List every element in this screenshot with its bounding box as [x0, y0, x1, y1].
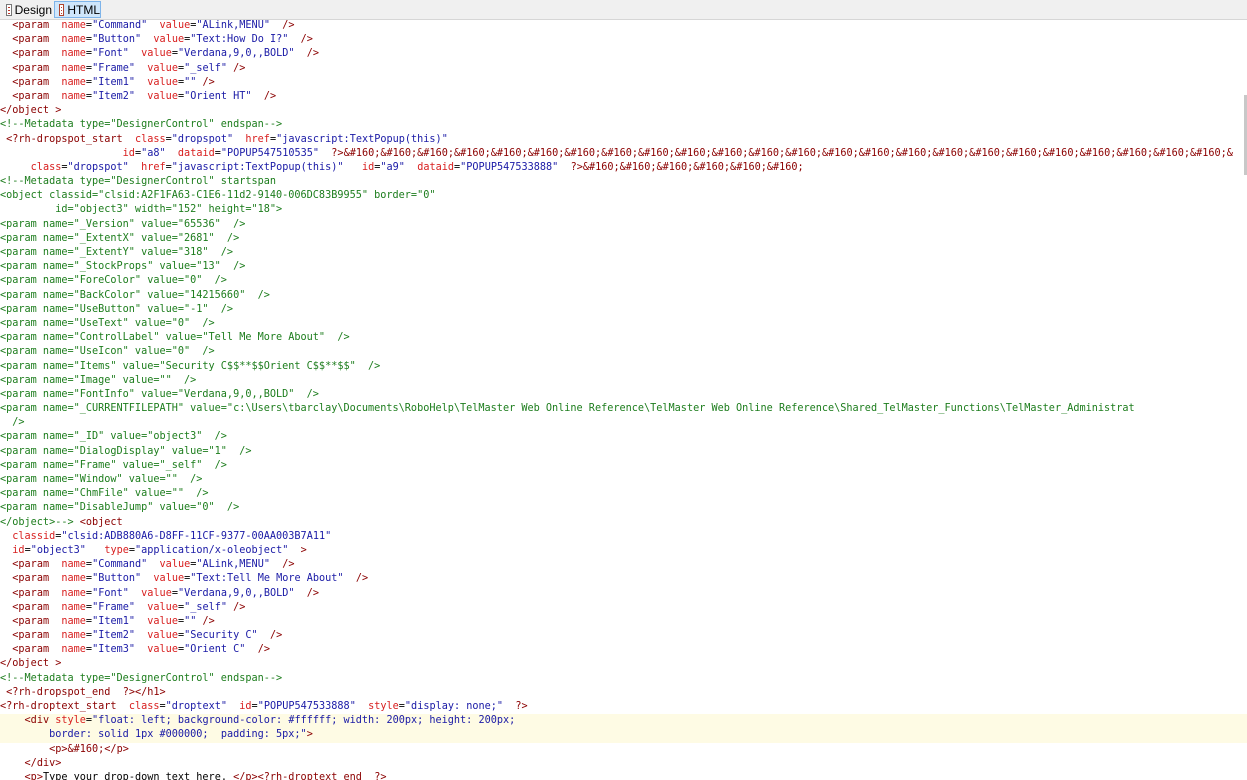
code-line[interactable]: <param name="ChmFile" value="" /> [0, 487, 1247, 501]
code-line[interactable]: <?rh-droptext_start class="droptext" id=… [0, 700, 1247, 714]
code-line[interactable]: <param name="Item1" value="" /> [0, 76, 1247, 90]
code-line[interactable]: <param name="Button" value="Text:Tell Me… [0, 572, 1247, 586]
code-line[interactable]: <param name="Item3" value="Orient C" /> [0, 643, 1247, 657]
code-line[interactable]: <param name="Font" value="Verdana,9,0,,B… [0, 47, 1247, 61]
code-line[interactable]: <param name="Button" value="Text:How Do … [0, 33, 1247, 47]
code-line[interactable]: <?rh-dropspot_start class="dropspot" hre… [0, 133, 1247, 147]
code-line[interactable]: <param name="_ExtentX" value="2681" /> [0, 232, 1247, 246]
code-line[interactable]: <p>Type your drop-down text here. </p><?… [0, 771, 1247, 780]
code-line[interactable]: id="object3" type="application/x-oleobje… [0, 544, 1247, 558]
code-line[interactable]: <param name="Frame" value="_self" /> [0, 601, 1247, 615]
code-line[interactable]: id="a8" dataid="POPUP547510535" ?>&#160;… [0, 147, 1247, 161]
code-line[interactable]: <param name="Items" value="Security C$$*… [0, 360, 1247, 374]
code-line[interactable]: <param name="BackColor" value="14215660"… [0, 289, 1247, 303]
code-line[interactable]: <!--Metadata type="DesignerControl" ends… [0, 672, 1247, 686]
code-line[interactable]: </object>--> <object [0, 516, 1247, 530]
code-line[interactable]: </object > [0, 657, 1247, 671]
code-line[interactable]: <param name="Font" value="Verdana,9,0,,B… [0, 587, 1247, 601]
code-line[interactable]: <param name="Window" value="" /> [0, 473, 1247, 487]
code-line[interactable]: <param name="Image" value="" /> [0, 374, 1247, 388]
code-line[interactable]: classid="clsid:ADB880A6-D8FF-11CF-9377-0… [0, 530, 1247, 544]
code-line[interactable]: <param name="Item2" value="Orient HT" /> [0, 90, 1247, 104]
code-line[interactable]: class="dropspot" href="javascript:TextPo… [0, 161, 1247, 175]
tab-design[interactable]: Design [2, 1, 52, 18]
code-line[interactable]: <div style="float: left; background-colo… [0, 714, 1247, 729]
code-line[interactable]: border: solid 1px #000000; padding: 5px;… [0, 728, 1247, 743]
html-view-icon [59, 3, 65, 16]
code-line[interactable]: <param name="Frame" value="_self" /> [0, 459, 1247, 473]
code-line[interactable]: <param name="DialogDisplay" value="1" /> [0, 445, 1247, 459]
code-line[interactable]: <param name="ControlLabel" value="Tell M… [0, 331, 1247, 345]
view-tab-bar: Design HTML [0, 0, 1247, 20]
code-line[interactable]: <!--Metadata type="DesignerControl" star… [0, 175, 1247, 189]
code-line[interactable]: /> [0, 416, 1247, 430]
code-line[interactable]: <param name="DisableJump" value="0" /> [0, 501, 1247, 515]
code-line[interactable]: <param name="_Version" value="65536" /> [0, 218, 1247, 232]
code-line[interactable]: <param name="_StockProps" value="13" /> [0, 260, 1247, 274]
code-content: <param name="Command" value="ALink,MENU"… [0, 19, 1247, 780]
code-line[interactable]: <param name="UseText" value="0" /> [0, 317, 1247, 331]
tab-design-label: Design [14, 2, 52, 17]
code-line[interactable]: <p>&#160;</p> [0, 743, 1247, 757]
design-view-icon [6, 3, 12, 16]
code-line[interactable]: </div> [0, 757, 1247, 771]
code-line[interactable]: <param name="Item1" value="" /> [0, 615, 1247, 629]
code-line[interactable]: <!--Metadata type="DesignerControl" ends… [0, 118, 1247, 132]
code-line[interactable]: <param name="Command" value="ALink,MENU"… [0, 558, 1247, 572]
code-line[interactable]: <param name="_ExtentY" value="318" /> [0, 246, 1247, 260]
code-line[interactable]: <param name="FontInfo" value="Verdana,9,… [0, 388, 1247, 402]
code-line[interactable]: <param name="UseIcon" value="0" /> [0, 345, 1247, 359]
code-line[interactable]: <param name="Command" value="ALink,MENU"… [0, 19, 1247, 33]
code-line[interactable]: </object > [0, 104, 1247, 118]
code-line[interactable]: <param name="ForeColor" value="0" /> [0, 274, 1247, 288]
code-line[interactable]: <param name="_CURRENTFILEPATH" value="c:… [0, 402, 1247, 416]
code-line[interactable]: <param name="Item2" value="Security C" /… [0, 629, 1247, 643]
code-line[interactable]: id="object3" width="152" height="18"> [0, 203, 1247, 217]
html-code-editor[interactable]: <param name="Command" value="ALink,MENU"… [0, 19, 1247, 780]
code-line[interactable]: <param name="_ID" value="object3" /> [0, 430, 1247, 444]
code-line[interactable]: <param name="Frame" value="_self" /> [0, 62, 1247, 76]
code-line[interactable]: <param name="UseButton" value="-1" /> [0, 303, 1247, 317]
tab-html-label: HTML [67, 2, 100, 17]
tab-html[interactable]: HTML [54, 1, 101, 18]
code-line[interactable]: <object classid="clsid:A2F1FA63-C1E6-11d… [0, 189, 1247, 203]
code-line[interactable]: <?rh-dropspot_end ?></h1> [0, 686, 1247, 700]
